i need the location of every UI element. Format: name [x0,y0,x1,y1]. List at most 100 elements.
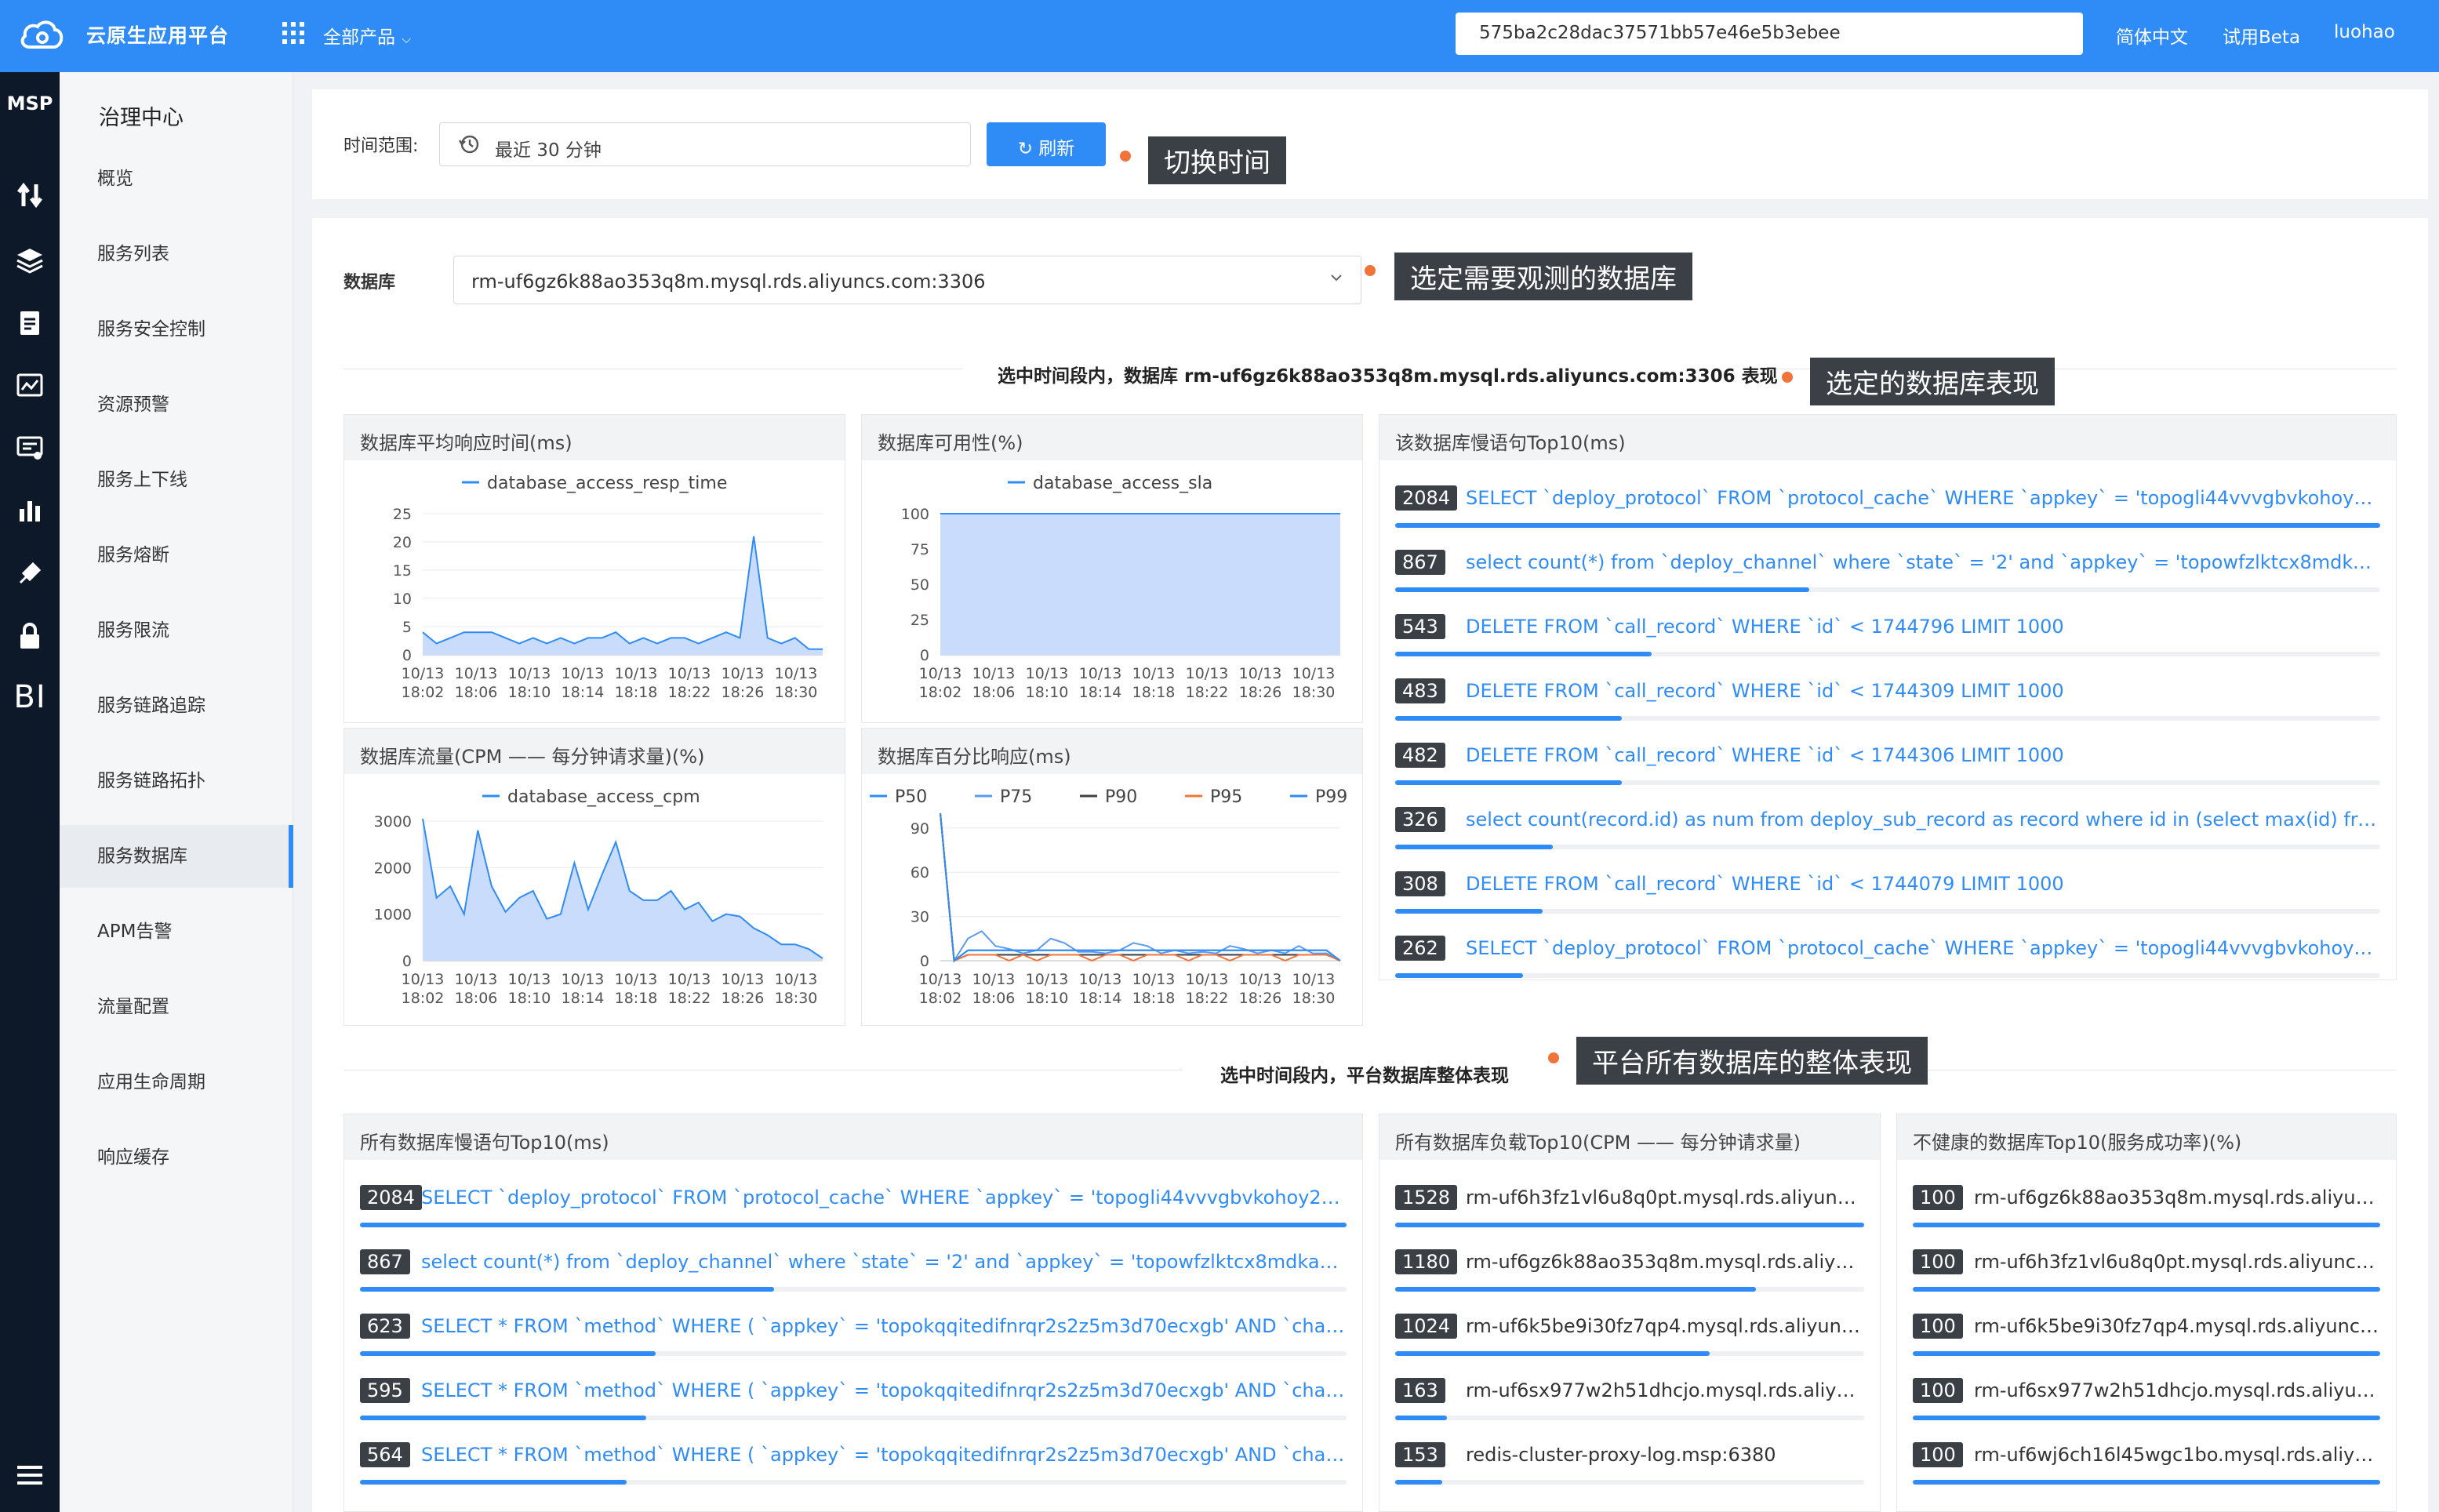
list-item[interactable]: 623 SELECT * FROM `method` WHERE ( `appke… [360,1306,1347,1370]
sidebar-item[interactable]: 服务列表 [60,223,293,285]
list-item[interactable]: 2084 SELECT `deploy_protocol` FROM `proto… [360,1177,1347,1241]
x-tick-label: 10/13 [1026,971,1069,988]
x-tick-label: 10/13 [455,665,498,682]
sql-statement-link[interactable]: DELETE FROM `call_record` WHERE `id` < 1… [1466,616,2380,638]
x-tick-label: 10/13 [919,971,962,988]
transfer-icon[interactable] [10,176,49,215]
count-badge: 2084 [1395,485,1458,511]
list-item[interactable]: 1024 rm-uf6k5be9i30fz7qp4.mysql.rds.aliyu… [1395,1306,1864,1370]
series-line [940,812,1341,964]
list-item[interactable]: 1528 rm-uf6h3fz1vl6u8q0pt.mysql.rds.aliyu… [1395,1177,1864,1241]
list-item[interactable]: 100 rm-uf6h3fz1vl6u8q0pt.mysql.rds.aliyun… [1913,1241,2380,1306]
list-item[interactable]: 326 select count(record.id) as num from d… [1395,799,2380,863]
list-item[interactable]: 100 rm-uf6k5be9i30fz7qp4.mysql.rds.aliyun… [1913,1306,2380,1370]
sidebar-item[interactable]: APM告警 [60,900,293,963]
list-item[interactable]: 2084 SELECT `deploy_protocol` FROM `proto… [1395,478,2380,542]
sql-statement-link[interactable]: select count(*) from `deploy_channel` wh… [1466,551,2380,573]
cloud-logo-icon[interactable] [19,17,66,53]
sql-statement-link[interactable]: SELECT * FROM `method` WHERE ( `appkey` … [421,1315,1347,1337]
sidebar-item[interactable]: 服务链路拓扑 [60,750,293,812]
beta-link[interactable]: 试用Beta [2223,22,2300,49]
sidebar-item[interactable]: 服务熔断 [60,524,293,587]
sidebar-item[interactable]: 应用生命周期 [60,1051,293,1114]
chevron-down-icon: ⌵ [402,31,412,46]
x-tick-label: 18:18 [1132,990,1176,1007]
all-slow-sql-top-card: 所有数据库慢语句Top10(ms) 2084 SELECT `deploy_pro… [343,1114,1363,1512]
resp-time-chart[interactable]: database_access_resp_time 0 5 10 15 20 25 10/13… [344,460,846,724]
all-products-menu[interactable]: 全部产品 ⌵ [323,22,411,49]
sql-statement-link[interactable]: SELECT `deploy_protocol` FROM `protocol_… [1466,937,2380,959]
sidebar-item[interactable]: 服务上下线 [60,449,293,511]
top-bar: 云原生应用平台 全部产品 ⌵ 575ba2c28dac37571bb57e46e5… [0,0,2439,72]
user-menu[interactable]: luohao [2334,22,2395,42]
sql-statement-link[interactable]: DELETE FROM `call_record` WHERE `id` < 1… [1466,873,2380,895]
list-item[interactable]: 867 select count(*) from `deploy_channel`… [1395,542,2380,606]
sidebar-item[interactable]: 服务安全控制 [60,298,293,361]
sql-statement-link[interactable]: select count(*) from `deploy_channel` wh… [421,1251,1347,1273]
list-item[interactable]: 163 rm-uf6sx977w2h51dhcjo.mysql.rds.aliyu… [1395,1370,1864,1434]
list-item[interactable]: 153 redis-cluster-proxy-log.msp:6380 [1395,1434,1864,1499]
progress-track [360,1416,1347,1420]
series-area [940,514,1340,655]
plug-icon[interactable] [10,554,49,593]
time-range-picker[interactable]: 最近 30 分钟 [439,122,971,166]
brand-title[interactable]: 云原生应用平台 [86,20,229,49]
sidebar-item[interactable]: 概览 [60,147,293,210]
x-tick-label: 18:10 [1026,990,1069,1007]
x-tick-label: 18:18 [1132,684,1176,701]
list-item[interactable]: 482 DELETE FROM `call_record` WHERE `id` … [1395,735,2380,799]
list-item[interactable]: 867 select count(*) from `deploy_channel`… [360,1241,1347,1306]
callout-dot [1365,265,1376,276]
sql-statement-link[interactable]: SELECT * FROM `method` WHERE ( `appkey` … [421,1444,1347,1466]
monitor-icon[interactable] [10,428,49,467]
sql-statement-link[interactable]: SELECT `deploy_protocol` FROM `protocol_… [1466,487,2380,509]
global-search-input[interactable]: 575ba2c28dac37571bb57e46e5b3ebee [1456,13,2083,55]
list-item[interactable]: 262 SELECT `deploy_protocol` FROM `protoc… [1395,928,2380,992]
list-item[interactable]: 595 SELECT * FROM `method` WHERE ( `appke… [360,1370,1347,1434]
sidebar-item[interactable]: 服务数据库 [60,825,293,888]
list-item[interactable]: 100 rm-uf6gz6k88ao353q8m.mysql.rds.aliyun… [1913,1177,2380,1241]
x-tick-label: 10/13 [972,665,1016,682]
list-item[interactable]: 483 DELETE FROM `call_record` WHERE `id` … [1395,671,2380,735]
progress-track [360,1287,1347,1292]
sidebar-item[interactable]: 流量配置 [60,976,293,1038]
sql-statement-link[interactable]: SELECT * FROM `method` WHERE ( `appkey` … [421,1379,1347,1401]
list-item[interactable]: 100 rm-uf6sx977w2h51dhcjo.mysql.rds.aliyu… [1913,1370,2380,1434]
menu-icon[interactable] [10,1456,49,1495]
count-badge: 100 [1913,1249,1963,1274]
lock-icon[interactable] [10,616,49,656]
callout-platform-perf: 平台所有数据库的整体表现 [1576,1037,1928,1085]
cpm-chart[interactable]: database_access_cpm 0 1000 2000 3000 10/13 18:… [344,774,846,1027]
list-item[interactable]: 1180 rm-uf6gz6k88ao353q8m.mysql.rds.aliyu… [1395,1241,1864,1306]
bar-chart-icon[interactable] [10,491,49,530]
sidebar-item[interactable]: 资源预警 [60,373,293,436]
clipboard-icon[interactable] [10,303,49,342]
sidebar-title: 治理中心 [99,106,184,130]
percentile-chart[interactable]: P50 P75 P90 P95 P99 0 30 60 90 10/13 18:02 10/13 18:… [862,774,1364,1027]
progress-fill [1913,1351,2380,1356]
database-select[interactable]: rm-uf6gz6k88ao353q8m.mysql.rds.aliyuncs.… [453,256,1361,304]
sla-chart[interactable]: database_access_sla 0 25 50 75 100 10/13 18:02 1… [862,460,1364,724]
list-item[interactable]: 543 DELETE FROM `call_record` WHERE `id` … [1395,606,2380,671]
sidebar-item[interactable]: 响应缓存 [60,1126,293,1189]
list-item[interactable]: 308 DELETE FROM `call_record` WHERE `id` … [1395,863,2380,928]
sql-statement-link[interactable]: DELETE FROM `call_record` WHERE `id` < 1… [1466,680,2380,702]
sql-statement-link[interactable]: select count(record.id) as num from depl… [1466,809,2380,831]
bi-label[interactable]: BI [10,678,49,717]
count-badge: 595 [360,1378,410,1403]
apps-grid-icon[interactable] [282,22,304,44]
list-item[interactable]: 100 rm-uf6wj6ch16l45wgc1bo.mysql.rds.aliy… [1913,1434,2380,1499]
legend-label: P99 [1315,787,1347,807]
language-switch[interactable]: 简体中文 [2116,22,2188,49]
sidebar-item[interactable]: 服务链路追踪 [60,674,293,737]
refresh-button[interactable]: ↻ 刷新 [987,122,1106,166]
sql-statement-link[interactable]: SELECT `deploy_protocol` FROM `protocol_… [421,1187,1347,1209]
sidebar-item[interactable]: 服务限流 [60,599,293,662]
database-select-value: rm-uf6gz6k88ao353q8m.mysql.rds.aliyuncs.… [471,271,986,293]
list-item[interactable]: 564 SELECT * FROM `method` WHERE ( `appke… [360,1434,1347,1499]
layers-icon[interactable] [10,240,49,279]
count-badge: 1528 [1395,1185,1458,1210]
sql-statement-link[interactable]: DELETE FROM `call_record` WHERE `id` < 1… [1466,744,2380,766]
dashboard-icon[interactable] [10,365,49,405]
msp-label[interactable]: MSP [0,93,60,114]
